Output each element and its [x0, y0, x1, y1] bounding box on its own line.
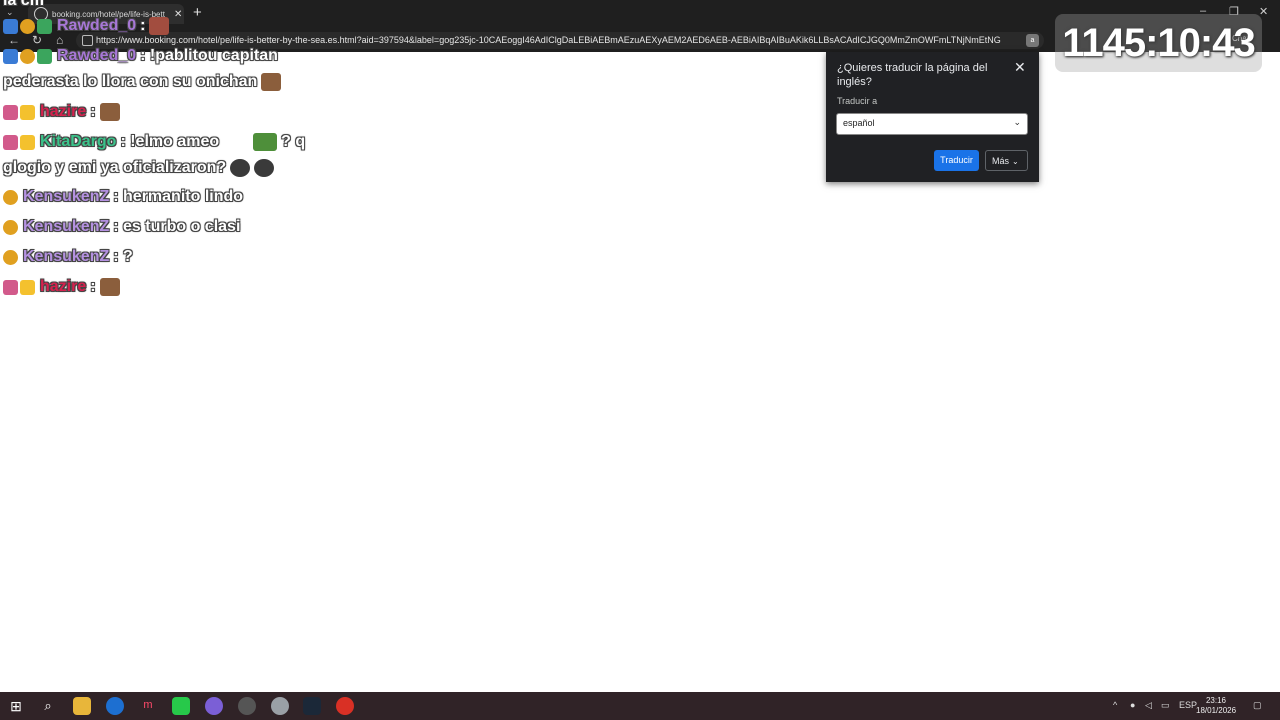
- badge-icon: [3, 249, 18, 265]
- chat-username: KensukenZ: [23, 188, 110, 205]
- site-info-icon[interactable]: [82, 35, 93, 46]
- chat-message: KensukenZ : hermanito lindo: [3, 188, 243, 206]
- chat-message: Rawded_0 :: [3, 17, 170, 35]
- chat-username: Rawded_0: [57, 47, 137, 64]
- back-icon[interactable]: ←: [8, 33, 20, 47]
- microphone-icon[interactable]: ●: [1130, 700, 1135, 710]
- chat-message: Rawded_0 : !pablitou capitan: [3, 47, 278, 65]
- more-button[interactable]: Más ⌄: [985, 150, 1028, 171]
- badge-icon: [3, 219, 18, 235]
- speaker-icon[interactable]: ◁: [1145, 700, 1152, 711]
- badge-icon: [37, 18, 52, 34]
- new-tab-button[interactable]: +: [193, 4, 202, 21]
- chat-text: ? q: [281, 133, 306, 150]
- translate-popup-title: ¿Quieres traducir la página del inglés?: [837, 62, 988, 88]
- chat-message-continuation: pederasta lo llora con su onichan: [3, 73, 282, 91]
- app-icon[interactable]: m: [139, 697, 157, 715]
- badge-icon: [37, 48, 52, 64]
- chrome-icon[interactable]: [336, 697, 354, 715]
- chat-username: Rawded_0: [57, 17, 137, 34]
- obs-icon[interactable]: [238, 697, 256, 715]
- chat-message: KensukenZ : ?: [3, 248, 133, 266]
- close-icon[interactable]: ✕: [1014, 59, 1026, 76]
- url-text: https://www.booking.com/hotel/pe/life-is…: [96, 35, 1001, 45]
- app-icon[interactable]: [205, 697, 223, 715]
- chat-text: :: [90, 103, 96, 120]
- crown-badge-icon: [20, 104, 35, 120]
- translate-to-label: Traducir a: [837, 96, 878, 106]
- emote-icon: [261, 73, 282, 91]
- emote-icon: [253, 133, 278, 151]
- chat-username: KensukenZ: [23, 248, 110, 265]
- steam-icon[interactable]: [303, 697, 321, 715]
- taskbar: ⊞ ⌕ m ^ ● ◁ ▭ ESP 23:16 18/01/2026 ▢: [0, 692, 1280, 720]
- emote-icon: [254, 159, 275, 177]
- chat-username: KitaDargo: [40, 133, 117, 150]
- translate-icon[interactable]: a: [1026, 34, 1039, 47]
- chevron-down-icon: ⌄: [1012, 157, 1019, 166]
- chat-username: hazire: [40, 278, 87, 295]
- clock-time: 23:16: [1205, 696, 1227, 705]
- clock-date: 18/01/2026: [1196, 706, 1237, 715]
- translate-button[interactable]: Traducir: [934, 150, 979, 171]
- chat-text: la cm: [3, 0, 44, 9]
- system-clock[interactable]: 23:16 18/01/2026: [1196, 696, 1236, 716]
- emote-icon: [230, 159, 251, 177]
- stream-timer: 1145:10:43: [1055, 14, 1262, 72]
- badge-icon: [3, 134, 18, 150]
- selected-language: español: [843, 118, 875, 128]
- windows-start-icon[interactable]: ⊞: [7, 697, 25, 715]
- badge-icon: [3, 18, 18, 34]
- chat-username: KensukenZ: [23, 218, 110, 235]
- close-window-button[interactable]: ✕: [1259, 5, 1268, 18]
- badge-icon: [3, 189, 18, 205]
- chat-message-continuation: glogio y emi ya oficializaron?: [3, 159, 275, 177]
- kick-icon[interactable]: [172, 697, 190, 715]
- chat-text: : !pablitou capitan: [140, 47, 278, 64]
- emote-icon: [149, 17, 170, 35]
- edge-browser-icon[interactable]: [106, 697, 124, 715]
- badge-icon: [20, 48, 35, 64]
- chat-text: : es turbo o clasi: [113, 218, 241, 235]
- notifications-icon[interactable]: ▢: [1253, 700, 1262, 711]
- chat-text: : ?: [113, 248, 133, 265]
- badge-icon: [20, 18, 35, 34]
- chat-message: hazire :: [3, 103, 120, 121]
- chat-text: glogio y emi ya oficializaron?: [3, 159, 227, 176]
- home-icon[interactable]: ⌂: [56, 33, 63, 47]
- chat-message: KitaDargo : !elmo ameo ? q: [3, 133, 305, 151]
- crown-badge-icon: [20, 134, 35, 150]
- chat-text: : hermanito lindo: [113, 188, 244, 205]
- badge-icon: [3, 279, 18, 295]
- language-indicator[interactable]: ESP: [1179, 700, 1197, 710]
- chat-text: : !elmo ameo: [120, 133, 220, 150]
- tab-close-icon[interactable]: ✕: [174, 9, 182, 20]
- chat-line-partial: la cm: [3, 0, 44, 10]
- chevron-down-icon: ⌄: [1013, 117, 1021, 127]
- file-explorer-icon[interactable]: [73, 697, 91, 715]
- app-icon[interactable]: [271, 697, 289, 715]
- chat-text: :: [90, 278, 96, 295]
- translate-popup: ¿Quieres traducir la página del inglés? …: [826, 52, 1039, 182]
- search-icon[interactable]: ⌕: [39, 697, 57, 715]
- chevron-up-icon[interactable]: ^: [1113, 700, 1117, 710]
- chat-message: hazire :: [3, 278, 120, 296]
- emote-icon: [99, 103, 120, 121]
- chat-text: pederasta lo llora con su onichan: [3, 73, 258, 90]
- badge-icon: [3, 48, 18, 64]
- network-icon[interactable]: ▭: [1161, 700, 1170, 711]
- reload-icon[interactable]: ↻: [32, 33, 42, 47]
- language-select[interactable]: español ⌄: [836, 113, 1028, 135]
- chat-text: :: [140, 17, 146, 34]
- badge-icon: [3, 104, 18, 120]
- chat-username: hazire: [40, 103, 87, 120]
- more-button-label: Más: [992, 156, 1010, 166]
- chat-message: KensukenZ : es turbo o clasi: [3, 218, 240, 236]
- crown-badge-icon: [20, 279, 35, 295]
- emote-icon: [99, 278, 120, 296]
